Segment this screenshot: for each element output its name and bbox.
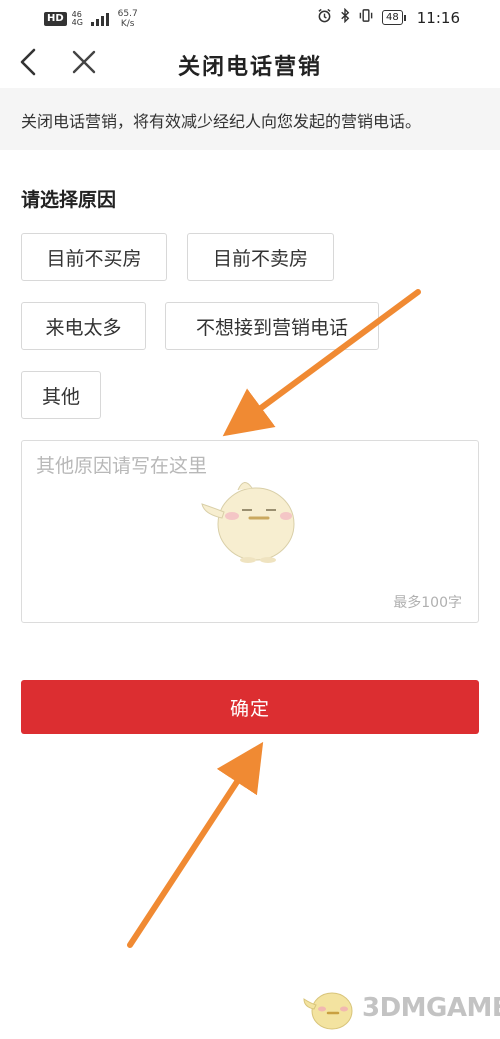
reason-section-title: 请选择原因 <box>21 189 117 211</box>
network-type-label: 4G <box>71 18 83 27</box>
vibrate-icon <box>358 8 374 27</box>
status-right: 48 11:16 <box>317 7 460 27</box>
reason-option-not-buying[interactable]: 目前不买房 <box>21 233 167 281</box>
site-watermark: 3DMGAME <box>300 985 500 1033</box>
annotation-arrow-to-confirm <box>127 741 264 948</box>
mascot-watermark-image <box>201 482 295 563</box>
signal-icon <box>90 12 109 26</box>
hd-badge: HD <box>44 12 67 26</box>
network-indicator: 46 4G <box>72 11 86 27</box>
reason-option-too-many-calls[interactable]: 来电太多 <box>21 302 146 350</box>
nav-bar: 关闭电话营销 <box>0 36 500 88</box>
battery-icon: 48 <box>382 10 406 25</box>
status-left: HD 46 4G 65.7 K/s <box>44 9 138 29</box>
clock: 11:16 <box>416 8 460 27</box>
network-speed: 65.7 K/s <box>118 9 138 29</box>
speed-unit: K/s <box>120 19 135 29</box>
reason-option-not-selling[interactable]: 目前不卖房 <box>187 233 334 281</box>
reason-option-no-marketing-calls[interactable]: 不想接到营销电话 <box>165 302 379 350</box>
char-limit-hint: 最多100字 <box>393 595 462 611</box>
watermark-mascot-logo <box>303 992 353 1030</box>
bluetooth-icon <box>340 7 350 27</box>
confirm-button[interactable]: 确定 <box>21 680 479 734</box>
reason-option-other[interactable]: 其他 <box>21 371 101 419</box>
page-title: 关闭电话营销 <box>177 55 322 80</box>
status-bar: HD 46 4G 65.7 K/s 48 11:16 <box>0 0 500 36</box>
notice-text: 关闭电话营销，将有效减少经纪人向您发起的营销电话。 <box>21 112 422 131</box>
notice-banner: 关闭电话营销，将有效减少经纪人向您发起的营销电话。 <box>0 88 500 150</box>
alarm-icon <box>317 8 332 27</box>
speed-value: 65.7 <box>117 9 138 19</box>
watermark-text: 3DMGAME <box>362 993 500 1023</box>
